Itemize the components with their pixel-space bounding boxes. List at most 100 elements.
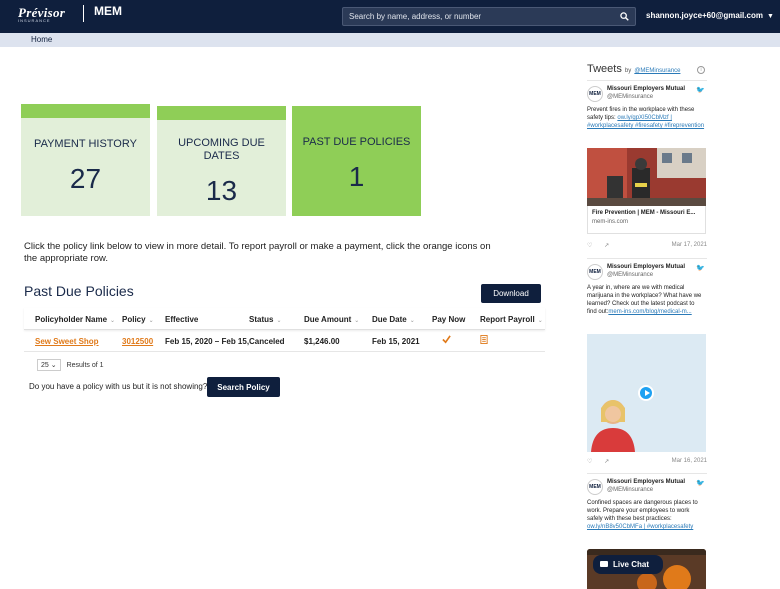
chevron-down-icon: ⌄ — [148, 318, 154, 324]
divider — [587, 473, 707, 474]
previsor-logo-sub: INSURANCE — [18, 18, 51, 23]
heart-icon[interactable]: ♡ — [587, 243, 592, 249]
report-payroll-document-icon[interactable] — [480, 335, 488, 346]
tweet-date[interactable]: Mar 17, 2021 — [672, 242, 707, 248]
tweet-link-card[interactable]: Fire Prevention | MEM - Missouri E... me… — [587, 206, 706, 234]
avatar[interactable]: MEM — [587, 86, 603, 102]
play-icon[interactable] — [638, 385, 654, 401]
avatar[interactable]: MEM — [587, 479, 603, 495]
tweet-body: Confined spaces are dangerous places to … — [587, 500, 698, 522]
chevron-down-icon: ⌄ — [537, 318, 543, 324]
link-card-title: Fire Prevention | MEM - Missouri E... — [592, 210, 696, 216]
search-input[interactable] — [343, 8, 613, 25]
search-policy-button[interactable]: Search Policy — [207, 377, 280, 397]
stat-label: PAST DUE POLICIES — [302, 136, 411, 148]
user-menu[interactable]: shannon.joyce+60@gmail.com ▼ — [646, 11, 774, 20]
column-label: Effective — [165, 315, 199, 324]
global-search — [342, 7, 636, 26]
column-header-due-date[interactable]: Due Date ⌄ — [372, 315, 415, 324]
nav-bar: Home — [0, 33, 780, 47]
tweets-by: by — [624, 68, 632, 74]
chevron-down-icon: ⌄ — [50, 362, 57, 369]
divider — [587, 80, 707, 81]
column-header-effective[interactable]: Effective — [165, 315, 198, 324]
link-card-url: mem-ins.com — [592, 219, 629, 225]
twitter-bird-icon: 🐦 — [696, 265, 705, 272]
column-header-policyholder[interactable]: Policyholder Name ⌄ — [35, 315, 115, 324]
policy-link[interactable]: 3012500 — [122, 337, 153, 346]
top-bar: Prévisor INSURANCE MEM shannon.joyce+60@… — [0, 0, 780, 33]
due-amount-cell: $1,246.00 — [304, 337, 340, 346]
tweet-text: Prevent fires in the workplace with thes… — [587, 106, 705, 130]
logo[interactable]: Prévisor INSURANCE MEM — [18, 4, 122, 23]
page-size-select[interactable]: 25 ⌄ — [37, 359, 61, 371]
column-header-due-amount[interactable]: Due Amount ⌄ — [304, 315, 359, 324]
tweet-handle[interactable]: @MEMinsurance — [607, 487, 653, 493]
tweet-author[interactable]: Missouri Employers Mutual — [607, 479, 685, 485]
card-accent-strip — [21, 104, 150, 118]
results-count: Results of 1 — [66, 362, 104, 369]
stat-card-upcoming-due-dates[interactable]: UPCOMING DUE DATES 13 — [157, 106, 286, 216]
nav-home[interactable]: Home — [31, 35, 52, 44]
column-header-report-payroll[interactable]: Report Payroll ⌄ — [480, 315, 543, 324]
tweet-item: MEM Missouri Employers Mutual @MEMinsura… — [587, 479, 707, 539]
divider — [587, 258, 707, 259]
live-chat-button[interactable]: Live Chat — [593, 555, 663, 574]
column-header-status[interactable]: Status ⌄ — [249, 315, 281, 324]
pay-now-check-icon[interactable] — [442, 335, 451, 346]
twitter-bird-icon: 🐦 — [696, 87, 705, 94]
tweet-text: Confined spaces are dangerous places to … — [587, 499, 705, 531]
tweets-handle-link[interactable]: @MEMinsurance — [634, 68, 680, 74]
status-cell: Canceled — [249, 337, 285, 346]
info-icon[interactable]: i — [697, 66, 705, 74]
stat-label: PAYMENT HISTORY — [34, 138, 137, 150]
heart-icon[interactable]: ♡ — [587, 459, 592, 465]
avatar[interactable]: MEM — [587, 264, 603, 280]
mem-logo: MEM — [94, 4, 122, 18]
tweet-actions: ♡ ↗ Mar 17, 2021 — [587, 242, 707, 249]
chevron-down-icon: ⌄ — [354, 318, 360, 324]
tweets-title: Tweets — [587, 63, 622, 75]
stat-card-past-due-policies[interactable]: PAST DUE POLICIES 1 — [292, 106, 421, 216]
instructions-text: Click the policy link below to view in m… — [24, 241, 491, 264]
tweet-author[interactable]: Missouri Employers Mutual — [607, 264, 685, 270]
tweet-text: A year in, where are we with medical mar… — [587, 284, 705, 316]
user-email: shannon.joyce+60@gmail.com — [646, 11, 763, 20]
tweet-video-thumbnail[interactable] — [587, 334, 706, 452]
section-title: Past Due Policies — [24, 283, 134, 299]
share-icon[interactable]: ↗ — [604, 243, 609, 249]
tweet-date[interactable]: Mar 16, 2021 — [672, 458, 707, 464]
column-header-pay-now: Pay Now — [432, 315, 465, 324]
tweet-item: MEM Missouri Employers Mutual @MEMinsura… — [587, 86, 707, 146]
tweet-link[interactable]: mem-ins.com/blog/medical-m... — [608, 309, 691, 315]
column-label: Status — [249, 315, 274, 324]
pagination: 25 ⌄ Results of 1 — [37, 359, 104, 371]
tweet-handle[interactable]: @MEMinsurance — [607, 94, 653, 100]
tweet-media-image[interactable] — [587, 148, 706, 206]
column-label: Report Payroll — [480, 315, 535, 324]
chevron-down-icon: ▼ — [766, 13, 774, 20]
tweets-header: Tweets by @MEMinsurance — [587, 63, 680, 75]
tweet-item: MEM Missouri Employers Mutual @MEMinsura… — [587, 264, 707, 324]
tweet-handle[interactable]: @MEMinsurance — [607, 272, 653, 278]
chevron-down-icon: ⌄ — [409, 318, 415, 324]
stat-value: 13 — [205, 175, 238, 206]
column-label: Policy — [122, 315, 146, 324]
effective-cell: Feb 15, 2020 – Feb 15, — [165, 337, 250, 346]
chat-icon — [600, 561, 608, 567]
column-label: Due Amount — [304, 315, 352, 324]
stat-value: 1 — [348, 161, 365, 192]
tweet-author[interactable]: Missouri Employers Mutual — [607, 86, 685, 92]
share-icon[interactable]: ↗ — [604, 459, 609, 465]
policyholder-link[interactable]: Sew Sweet Shop — [35, 337, 99, 346]
search-icon[interactable] — [620, 12, 629, 21]
column-header-policy[interactable]: Policy ⌄ — [122, 315, 154, 324]
live-chat-label: Live Chat — [613, 560, 650, 569]
chevron-down-icon: ⌄ — [276, 318, 282, 324]
twitter-bird-icon: 🐦 — [696, 480, 705, 487]
tweet-link[interactable]: ow.ly/nB8v50CbMFa | #workplacesafety — [587, 524, 693, 530]
stat-card-payment-history[interactable]: PAYMENT HISTORY 27 — [21, 104, 150, 216]
download-button[interactable]: Download — [481, 284, 541, 303]
tweet-actions: ♡ ↗ Mar 16, 2021 — [587, 458, 707, 465]
chevron-down-icon: ⌄ — [110, 318, 116, 324]
